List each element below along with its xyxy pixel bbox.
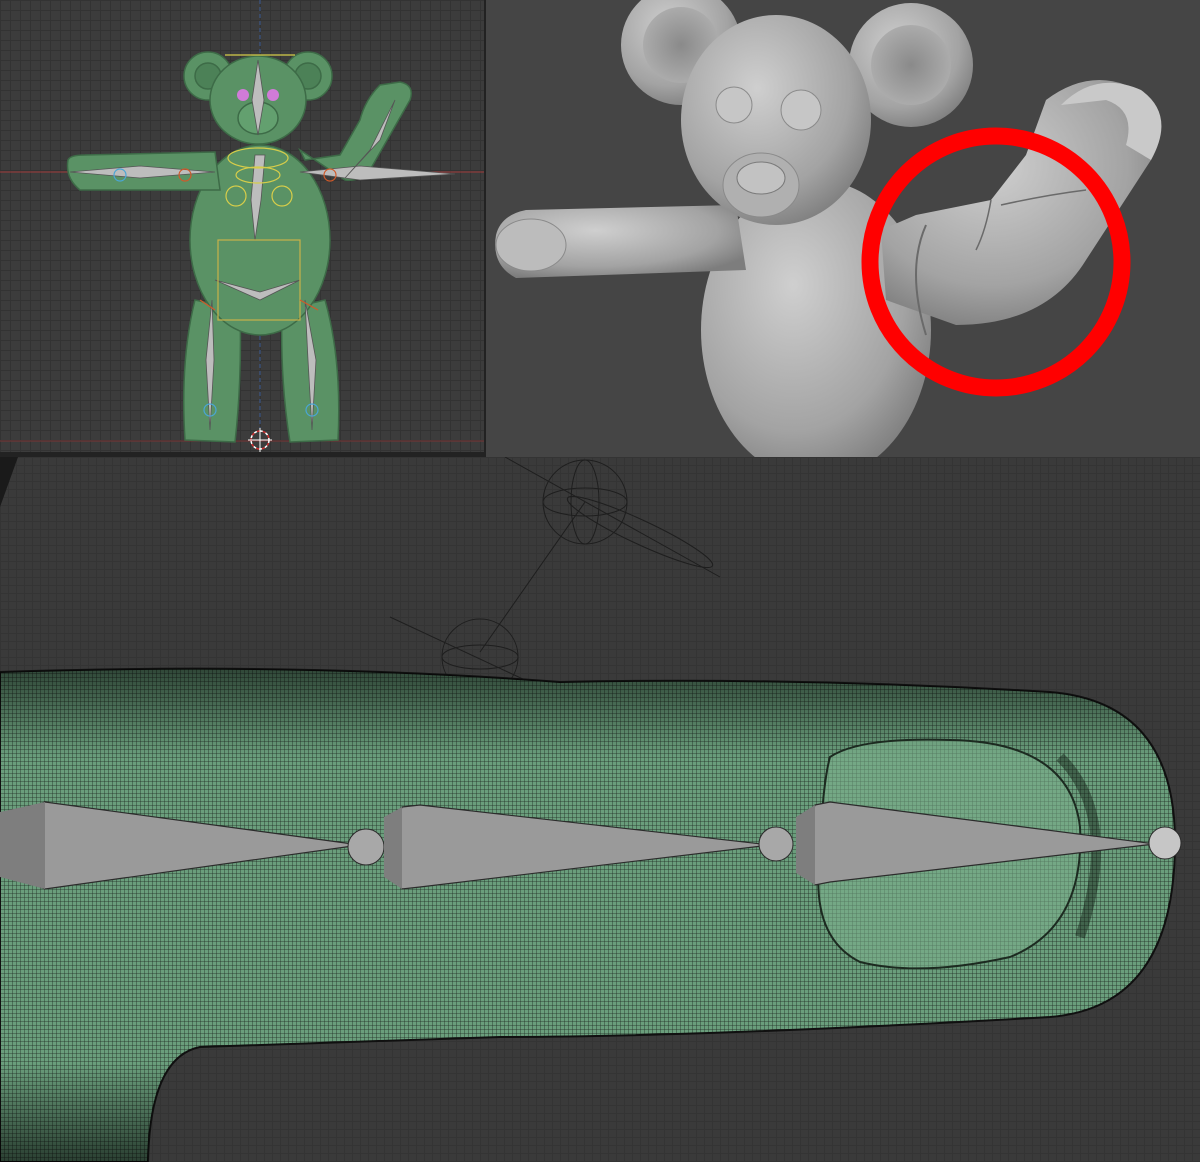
joint-wrist xyxy=(758,826,794,862)
clay-left-hand xyxy=(495,218,567,272)
joint-hand-tip xyxy=(1148,826,1182,860)
clay-left-eye xyxy=(715,86,753,124)
gizmo-line-2 xyxy=(479,501,586,653)
bone-right-shoulder xyxy=(299,165,456,181)
rig-viewport[interactable] xyxy=(0,0,486,452)
left-eye xyxy=(237,89,249,101)
clay-right-ear-inner xyxy=(871,25,951,105)
clay-nose xyxy=(736,161,786,195)
corner-shadow xyxy=(0,457,18,507)
rig-scene xyxy=(0,0,486,452)
clay-right-eye xyxy=(780,89,822,131)
bone-upper-arm-face xyxy=(0,802,45,889)
bone-forearm-face xyxy=(384,807,402,889)
3d-cursor-icon[interactable] xyxy=(248,428,272,452)
bone-widget-gizmos xyxy=(389,457,721,696)
render-scene xyxy=(495,0,1162,457)
clay-bear-model xyxy=(495,0,1162,457)
gizmo-ring-lower xyxy=(441,644,519,670)
closeup-scene xyxy=(0,457,1182,1162)
arm-mesh xyxy=(0,667,1177,1162)
bear-model xyxy=(66,51,412,443)
bone-hand-face xyxy=(796,805,815,885)
gizmo-line-1 xyxy=(504,457,721,578)
right-eye xyxy=(267,89,279,101)
joint-elbow xyxy=(347,828,385,866)
render-viewport[interactable] xyxy=(486,0,1200,457)
closeup-viewport[interactable] xyxy=(0,457,1200,1162)
